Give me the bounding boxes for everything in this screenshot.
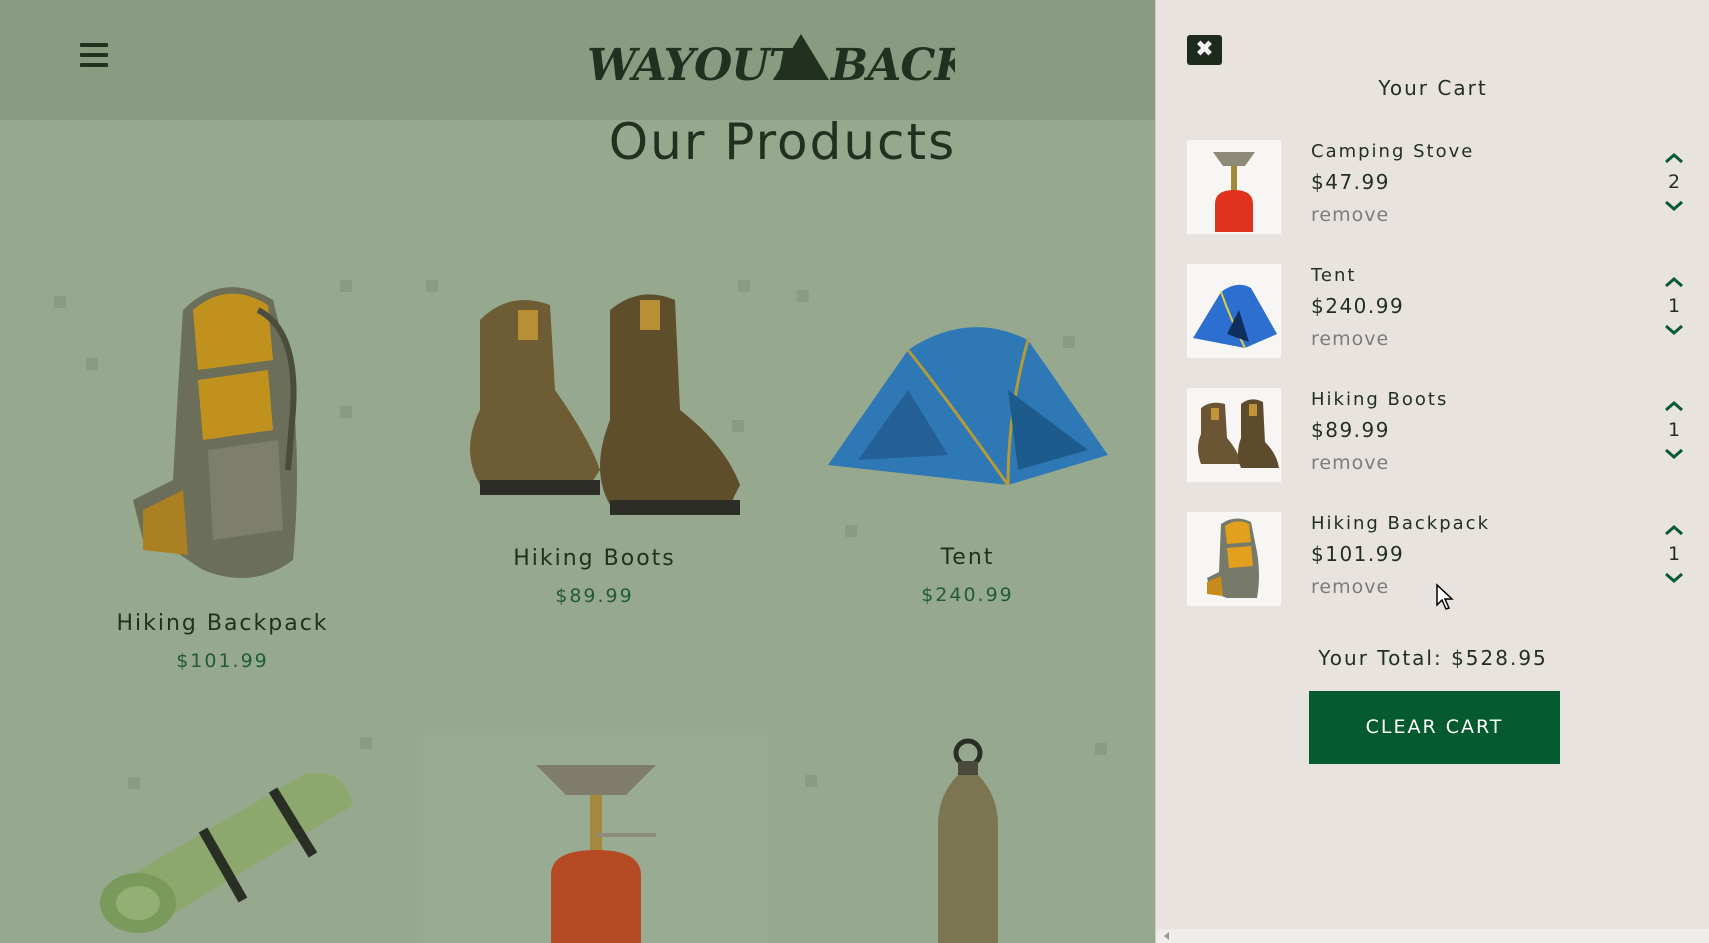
cart-item-image-camping-stove — [1187, 140, 1281, 234]
chevron-down-icon[interactable] — [1661, 196, 1687, 216]
cart-item-name: Tent — [1311, 265, 1357, 286]
quantity-value: 2 — [1667, 171, 1681, 193]
cart-item-name: Hiking Backpack — [1311, 513, 1490, 534]
site-header: WAYOUT BACK — [0, 0, 1155, 120]
cart-item-price: $101.99 — [1311, 542, 1405, 566]
product-image-boots[interactable] — [422, 270, 767, 540]
quantity-stepper: 1 — [1661, 520, 1687, 588]
product-image-camping-stove[interactable] — [423, 735, 768, 943]
backpack-icon — [1207, 518, 1259, 598]
product-price: $101.99 — [176, 650, 269, 672]
product-card[interactable]: Hiking Backpack $101.99 — [50, 270, 395, 672]
scroll-left-icon[interactable] — [1164, 932, 1169, 940]
cart-item-image-boots — [1187, 388, 1281, 482]
chevron-up-icon[interactable] — [1661, 520, 1687, 540]
cart-item-image-tent — [1187, 264, 1281, 358]
backpack-icon — [132, 287, 297, 578]
product-price: $240.99 — [921, 584, 1014, 606]
quantity-value: 1 — [1667, 295, 1681, 317]
camping-stove-icon — [1213, 152, 1255, 232]
product-card[interactable]: Tent $240.99 — [795, 280, 1140, 606]
horizontal-scrollbar[interactable] — [1156, 929, 1709, 943]
logo-text-right: BACK — [829, 40, 955, 90]
product-name[interactable]: Hiking Backpack — [50, 611, 395, 636]
product-image-tent[interactable] — [795, 280, 1140, 539]
tent-icon — [827, 327, 1108, 486]
cart-total: Your Total: $528.95 — [1318, 646, 1548, 670]
cart-drawer: ✖ Your Cart Camping Stove $47.99 remove … — [1155, 0, 1709, 943]
hamburger-icon[interactable] — [80, 43, 108, 71]
tent-icon — [1193, 284, 1277, 349]
boots-icon — [469, 294, 740, 515]
quantity-stepper: 1 — [1661, 272, 1687, 340]
remove-button[interactable]: remove — [1311, 576, 1490, 598]
cart-item-price: $240.99 — [1311, 294, 1405, 318]
product-image-water-bottle[interactable] — [795, 735, 1140, 943]
boots-icon — [1198, 399, 1279, 468]
quantity-value: 1 — [1667, 543, 1681, 565]
quantity-stepper: 1 — [1661, 396, 1687, 464]
sleeping-mat-icon — [99, 773, 353, 933]
product-price: $89.99 — [555, 585, 634, 607]
product-name[interactable]: Tent — [795, 545, 1140, 570]
chevron-down-icon[interactable] — [1661, 568, 1687, 588]
chevron-down-icon[interactable] — [1661, 320, 1687, 340]
close-icon[interactable]: ✖ — [1187, 35, 1222, 65]
product-card[interactable]: Hiking Boots $89.99 — [422, 270, 767, 607]
chevron-down-icon[interactable] — [1661, 444, 1687, 464]
remove-button[interactable]: remove — [1311, 204, 1474, 226]
quantity-stepper: 2 — [1661, 148, 1687, 216]
product-card[interactable] — [50, 735, 395, 943]
cart-title: Your Cart — [1378, 76, 1488, 100]
water-bottle-icon — [937, 738, 998, 943]
camping-stove-icon — [535, 765, 656, 943]
remove-button[interactable]: remove — [1311, 452, 1448, 474]
cart-item-price: $89.99 — [1311, 418, 1390, 442]
page-title: Our Products — [608, 113, 957, 171]
cart-item-name: Camping Stove — [1311, 141, 1475, 162]
clear-cart-button[interactable]: CLEAR CART — [1309, 691, 1560, 764]
cart-item-price: $47.99 — [1311, 170, 1390, 194]
chevron-up-icon[interactable] — [1661, 272, 1687, 292]
product-page: WAYOUT BACK Hiking Backpack $101.99 — [0, 0, 1155, 943]
cart-item: Tent $240.99 remove 1 — [1187, 264, 1687, 360]
mouse-cursor-icon — [1436, 583, 1454, 610]
cart-item: Hiking Boots $89.99 remove 1 — [1187, 388, 1687, 484]
product-image-sleeping-mat[interactable] — [50, 735, 395, 943]
cart-item-name: Hiking Boots — [1311, 389, 1449, 410]
cart-item-image-backpack — [1187, 512, 1281, 606]
quantity-value: 1 — [1667, 419, 1681, 441]
product-card[interactable] — [423, 735, 768, 943]
chevron-up-icon[interactable] — [1661, 396, 1687, 416]
product-image-backpack[interactable] — [50, 270, 395, 605]
product-name[interactable]: Hiking Boots — [422, 546, 767, 571]
logo-text-left: WAYOUT — [587, 40, 805, 90]
remove-button[interactable]: remove — [1311, 328, 1404, 350]
chevron-up-icon[interactable] — [1661, 148, 1687, 168]
site-logo[interactable]: WAYOUT BACK — [585, 28, 975, 91]
product-card[interactable] — [795, 735, 1140, 943]
cart-item: Camping Stove $47.99 remove 2 — [1187, 140, 1687, 236]
